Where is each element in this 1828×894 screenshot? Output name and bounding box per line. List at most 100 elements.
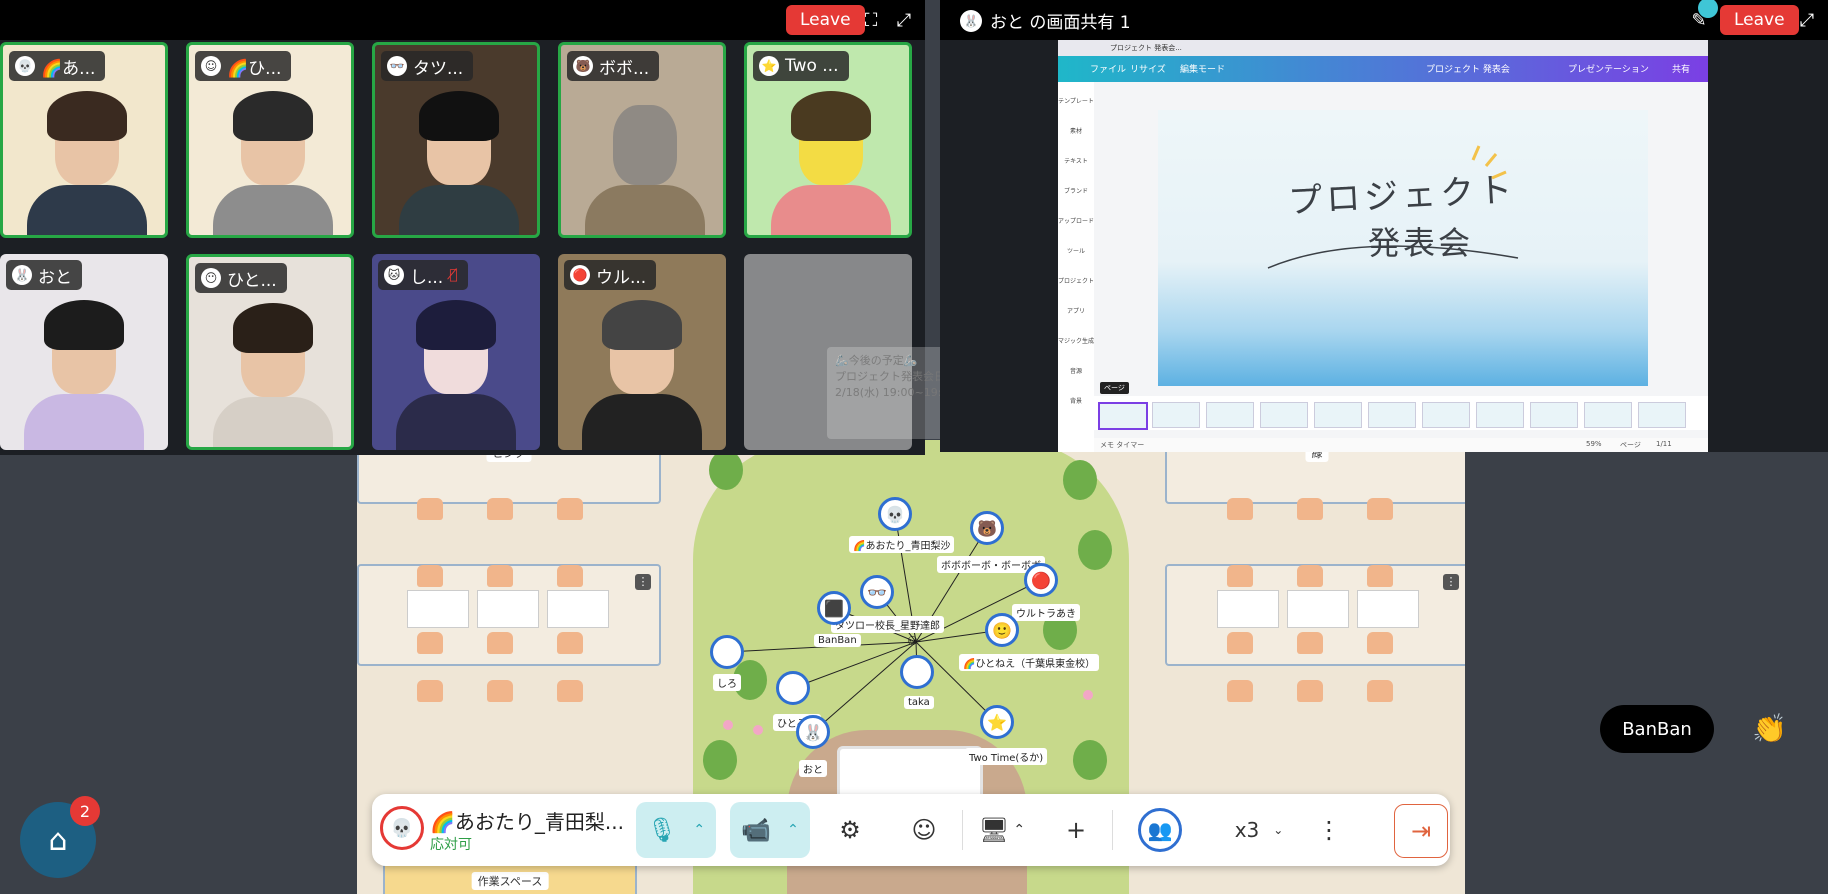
slide-thumbnail[interactable]	[1260, 402, 1308, 428]
video-tile-name: ⭐ Two ...	[753, 51, 849, 81]
side-item[interactable]: プロジェクト	[1058, 276, 1094, 285]
side-item[interactable]: アップロード	[1058, 216, 1094, 225]
slide-thumbnail[interactable]	[1422, 402, 1470, 428]
avatar-icon: 🐰	[12, 265, 32, 285]
slide-thumbnail[interactable]	[1368, 402, 1416, 428]
slide-thumbnails	[1094, 396, 1708, 430]
video-tile[interactable]: 💀 🌈あ...	[0, 42, 168, 238]
avatar-icon: ⭐	[759, 56, 779, 76]
add-button[interactable]: +	[1054, 802, 1098, 858]
map-avatar[interactable]: ⭐	[980, 705, 1014, 739]
map-avatar[interactable]: 🐻	[970, 511, 1004, 545]
menu-edit-mode[interactable]: 編集モード	[1180, 62, 1225, 75]
canva-status-bar: メモ タイマー 59% ページ 1/11	[1094, 438, 1708, 452]
slide-thumbnail[interactable]	[1314, 402, 1362, 428]
side-item[interactable]: 素材	[1058, 126, 1094, 135]
microphone-button[interactable]: 🎙 ⌃	[636, 802, 716, 858]
video-tile[interactable]: 🔴 ウル...	[558, 254, 726, 450]
side-item[interactable]: マジック生成	[1058, 336, 1094, 345]
slide-thumbnail[interactable]	[1098, 402, 1148, 430]
share-button[interactable]: 共有	[1672, 62, 1690, 75]
slide-thumbnail[interactable]	[1584, 402, 1632, 428]
chevron-down-icon: ⌄	[1273, 823, 1284, 837]
present-button[interactable]: プレゼンテーション	[1568, 62, 1649, 75]
people-icon: 👥	[1138, 808, 1182, 852]
exit-icon: ⇥	[1410, 817, 1432, 845]
notes-timer[interactable]: メモ タイマー	[1100, 440, 1144, 450]
slide-canvas[interactable]: プロジェクト 発表会	[1158, 110, 1648, 386]
expand-icon[interactable]: ⤢	[893, 9, 915, 31]
screen-share-button[interactable]: 🖥 ⌃	[972, 802, 1032, 858]
divider	[1112, 810, 1113, 850]
map-avatar[interactable]: 🐰	[796, 715, 830, 749]
expand-icon[interactable]: ⤢	[1796, 9, 1818, 31]
zoom-level: 59%	[1586, 440, 1602, 448]
emoji-button[interactable]: ☺	[902, 802, 946, 858]
map-avatar[interactable]: 😶	[776, 671, 810, 705]
chevron-up-icon[interactable]: ⌃	[787, 822, 799, 838]
chevron-up-icon[interactable]: ⌃	[693, 822, 705, 838]
camera-button[interactable]: 📹 ⌃	[730, 802, 810, 858]
canva-toolbar: ファイル リサイズ 編集モード プロジェクト 発表会 プレゼンテーション 共有	[1058, 56, 1708, 82]
exit-button[interactable]: ⇥	[1394, 804, 1448, 858]
map-avatar[interactable]: ◎	[900, 655, 934, 689]
video-tile-name: 👓 タツ...	[381, 51, 474, 81]
slide-thumbnail[interactable]	[1638, 402, 1686, 428]
my-avatar[interactable]: 💀	[380, 806, 424, 850]
my-name[interactable]: 🌈あおたり_青田梨...	[430, 806, 624, 835]
video-tile[interactable]: 🐰 おと	[0, 254, 168, 450]
map-avatar-name: BanBan	[814, 634, 861, 647]
divider	[962, 810, 963, 850]
video-tile[interactable]: ⭐ Two ...	[744, 42, 912, 238]
slide-thumbnail[interactable]	[1476, 402, 1524, 428]
map-avatar[interactable]: 💀	[878, 497, 912, 531]
fit-screen-icon[interactable]: ⛶	[860, 9, 882, 31]
more-button[interactable]: ⋮	[1314, 802, 1344, 858]
menu-file[interactable]: ファイル	[1090, 62, 1126, 75]
share-leave-button[interactable]: Leave	[1720, 5, 1799, 35]
page-label[interactable]: ページ	[1620, 440, 1641, 450]
slide-sparkle	[1471, 145, 1507, 180]
chevron-up-icon[interactable]: ⌃	[1013, 822, 1025, 838]
side-item[interactable]: ツール	[1058, 246, 1094, 255]
video-tile[interactable]: 🐱 し... 🎙̸	[372, 254, 540, 450]
reaction-name-pill: BanBan	[1600, 705, 1714, 753]
video-tile-name: 🐻 ボボ...	[567, 51, 660, 81]
slide-thumbnail[interactable]	[1152, 402, 1200, 428]
side-item[interactable]: 音源	[1058, 366, 1094, 375]
group-hub-icon: ⚇	[907, 634, 918, 648]
video-tile[interactable]: 😶 ひと...	[186, 254, 354, 450]
side-item[interactable]: 背景	[1058, 396, 1094, 405]
video-tile[interactable]: ☺ 🌈ひ...	[186, 42, 354, 238]
side-item[interactable]: アプリ	[1058, 306, 1094, 315]
avatar-icon: 🐰	[960, 9, 982, 32]
my-status[interactable]: 応対可	[430, 834, 472, 854]
screen-share-panel: 🐰 おと の画面共有 1 ✎ Leave ⤢ プロジェクト 発表会... ファイ…	[940, 0, 1828, 452]
settings-button[interactable]: ⚙	[828, 802, 872, 858]
map-avatar[interactable]: 👓	[860, 575, 894, 609]
video-tile-name: 😶 ひと...	[195, 263, 287, 293]
video-tile-name: 🐱 し... 🎙̸	[378, 260, 468, 290]
zoom-selector[interactable]: x3 ⌄	[1224, 802, 1294, 858]
monitor-icon: 🖥	[978, 816, 1010, 844]
video-tile[interactable]: 🐻 ボボ...	[558, 42, 726, 238]
map-avatar[interactable]: ⬛	[817, 591, 851, 625]
side-item[interactable]: ブランド	[1058, 186, 1094, 195]
more-vertical-icon: ⋮	[1317, 816, 1341, 844]
doc-title: プロジェクト 発表会	[1426, 65, 1510, 75]
video-leave-button[interactable]: Leave	[786, 5, 865, 35]
slide-thumbnail[interactable]	[1206, 402, 1254, 428]
map-avatar[interactable]: 🔴	[1024, 563, 1058, 597]
map-avatar[interactable]: 🙂	[985, 613, 1019, 647]
browser-tabs: プロジェクト 発表会...	[1058, 40, 1708, 56]
menu-resize[interactable]: リサイズ	[1130, 62, 1166, 75]
slide-thumbnail[interactable]	[1530, 402, 1578, 428]
video-tile[interactable]: 👓 タツ...	[372, 42, 540, 238]
slide-decoration	[1267, 145, 1519, 269]
participants-button[interactable]: 👥	[1136, 802, 1184, 858]
map-avatar-name: 🌈あおたり_青田梨沙	[849, 536, 955, 553]
side-item[interactable]: テンプレート	[1058, 96, 1094, 105]
control-bar: 💀 🌈あおたり_青田梨... 応対可 🎙 ⌃ 📹 ⌃ ⚙ ☺ 🖥 ⌃ + 👥 x…	[372, 794, 1450, 866]
map-avatar[interactable]: 🐱	[710, 635, 744, 669]
side-item[interactable]: テキスト	[1058, 156, 1094, 165]
